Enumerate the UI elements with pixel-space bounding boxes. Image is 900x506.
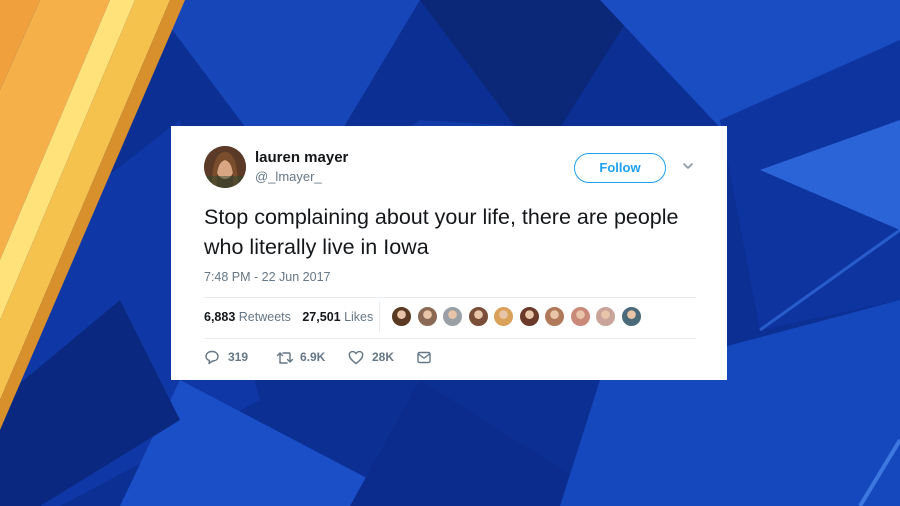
author-handle[interactable]: @_lmayer_: [255, 169, 322, 184]
divider: [204, 297, 696, 298]
retweet-icon: [276, 352, 294, 364]
liker-avatar[interactable]: [569, 306, 591, 327]
retweets-count[interactable]: 6,883: [204, 310, 235, 324]
liker-avatar[interactable]: [442, 306, 463, 327]
tweet-card: lauren mayer @_lmayer_ Follow Stop compl…: [171, 126, 727, 380]
liker-avatar[interactable]: [493, 306, 514, 327]
liker-avatar[interactable]: [595, 306, 616, 327]
tweet-timestamp[interactable]: 7:48 PM - 22 Jun 2017: [204, 270, 330, 284]
retweets-label[interactable]: Retweets: [239, 310, 291, 324]
chevron-down-icon[interactable]: [681, 159, 695, 173]
tweet-stats: 6,883 Retweets 27,501 Likes: [204, 310, 373, 324]
retweet-count: 6.9K: [300, 350, 326, 364]
liker-avatar[interactable]: [620, 306, 642, 327]
stats-separator: [379, 302, 380, 332]
divider: [204, 338, 696, 339]
reply-count: 319: [228, 350, 249, 364]
author-avatar[interactable]: [204, 146, 246, 188]
liker-avatar[interactable]: [467, 306, 489, 327]
like-count: 28K: [372, 350, 395, 364]
follow-button[interactable]: Follow: [574, 153, 666, 183]
likes-count[interactable]: 27,501: [302, 310, 340, 324]
liker-avatar[interactable]: [518, 306, 540, 327]
liker-avatar[interactable]: [416, 306, 438, 327]
liker-avatar[interactable]: [544, 306, 565, 327]
liker-avatar[interactable]: [391, 306, 412, 327]
tweet-text: Stop complaining about your life, there …: [204, 205, 679, 259]
likes-label[interactable]: Likes: [344, 310, 373, 324]
reply-icon: [205, 350, 219, 365]
author-name[interactable]: lauren mayer: [255, 149, 348, 166]
heart-icon: [348, 350, 364, 365]
envelope-icon: [417, 351, 431, 364]
